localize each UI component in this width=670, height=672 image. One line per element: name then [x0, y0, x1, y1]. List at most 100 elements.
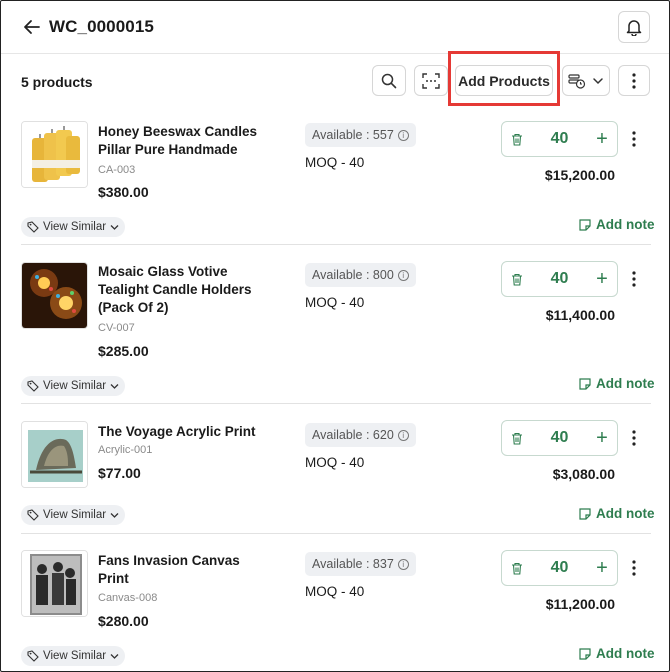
product-name[interactable]: Honey Beeswax Candles Pillar Pure Handma…: [98, 123, 268, 159]
increment-button[interactable]: +: [587, 122, 617, 156]
tag-icon: [27, 650, 39, 662]
candles-image: [22, 122, 87, 187]
moq-text: MOQ - 40: [305, 295, 365, 310]
quantity-stepper: 40 +: [501, 420, 618, 456]
trash-icon: [512, 133, 522, 146]
info-icon[interactable]: i: [397, 429, 409, 441]
info-icon[interactable]: i: [397, 269, 409, 281]
availability-text: Available : 620: [312, 428, 394, 442]
line-total: $11,400.00: [545, 307, 615, 323]
availability-chip: Available : 800 i: [305, 263, 416, 287]
info-icon[interactable]: i: [397, 558, 409, 570]
tag-icon: [27, 221, 39, 233]
more-options-button[interactable]: [618, 65, 650, 96]
chevron-down-icon: [110, 383, 119, 389]
quantity-value[interactable]: 40: [532, 270, 587, 288]
product-thumbnail[interactable]: [21, 550, 88, 617]
line-total: $11,200.00: [545, 596, 615, 612]
delete-button[interactable]: [502, 551, 532, 585]
view-similar-button[interactable]: View Similar: [21, 646, 126, 666]
canvas-print-image: [22, 551, 87, 616]
product-thumbnail[interactable]: [21, 421, 88, 488]
product-sku: Acrylic-001: [98, 444, 153, 456]
quantity-value[interactable]: 40: [532, 130, 587, 148]
row-more-options[interactable]: [625, 127, 643, 151]
scan-button[interactable]: [414, 65, 448, 96]
search-button[interactable]: [372, 65, 406, 96]
view-similar-button[interactable]: View Similar: [21, 376, 126, 396]
chevron-down-icon: [593, 77, 603, 84]
search-icon: [381, 73, 397, 88]
moq-text: MOQ - 40: [305, 455, 365, 470]
votive-image: [22, 263, 87, 328]
increment-button[interactable]: +: [587, 262, 617, 296]
product-price: $380.00: [98, 184, 149, 200]
increment-button[interactable]: +: [587, 421, 617, 455]
quantity-stepper: 40 +: [501, 261, 618, 297]
delete-button[interactable]: [502, 421, 532, 455]
availability-chip: Available : 557 i: [305, 123, 416, 147]
product-name[interactable]: Fans Invasion Canvas Print: [98, 552, 268, 588]
delete-button[interactable]: [502, 262, 532, 296]
trash-icon: [512, 562, 522, 575]
info-icon[interactable]: i: [397, 129, 409, 141]
moq-text: MOQ - 40: [305, 584, 365, 599]
note-icon: [579, 377, 591, 390]
product-price: $280.00: [98, 613, 149, 629]
product-price: $77.00: [98, 465, 141, 481]
product-sku: CA-003: [98, 164, 136, 176]
product-price: $285.00: [98, 343, 149, 359]
product-thumbnail[interactable]: [21, 262, 88, 329]
add-note-button[interactable]: Add note: [579, 646, 655, 661]
moq-text: MOQ - 40: [305, 155, 365, 170]
increment-button[interactable]: +: [587, 551, 617, 585]
app-frame: WC_0000015 5 products Add Products Honey…: [0, 0, 670, 672]
row-divider: [21, 403, 651, 404]
view-similar-label: View Similar: [43, 221, 107, 233]
note-icon: [579, 647, 591, 660]
ship-print-image: [22, 422, 87, 487]
availability-chip: Available : 837 i: [305, 552, 416, 576]
availability-text: Available : 800: [312, 268, 394, 282]
trash-icon: [512, 432, 522, 445]
view-similar-button[interactable]: View Similar: [21, 217, 126, 237]
product-name[interactable]: Mosaic Glass Votive Tealight Candle Hold…: [98, 263, 268, 317]
sort-dropdown-button[interactable]: [562, 65, 610, 96]
product-sku: CV-007: [98, 322, 135, 334]
product-count: 5 products: [21, 74, 93, 90]
notifications-button[interactable]: [618, 11, 650, 43]
view-similar-button[interactable]: View Similar: [21, 505, 126, 525]
add-note-button[interactable]: Add note: [579, 376, 655, 391]
quantity-value[interactable]: 40: [532, 429, 587, 447]
scan-icon: [422, 72, 440, 89]
trash-icon: [512, 273, 522, 286]
chevron-down-icon: [110, 653, 119, 659]
row-divider: [21, 533, 651, 534]
kebab-menu-icon: [632, 131, 636, 147]
back-arrow-icon[interactable]: [21, 15, 43, 39]
highlight-box: [448, 51, 560, 106]
chevron-down-icon: [110, 224, 119, 230]
row-more-options[interactable]: [625, 426, 643, 450]
add-note-button[interactable]: Add note: [579, 217, 655, 232]
row-more-options[interactable]: [625, 556, 643, 580]
add-note-label: Add note: [596, 506, 655, 521]
product-name[interactable]: The Voyage Acrylic Print: [98, 423, 268, 441]
add-note-label: Add note: [596, 646, 655, 661]
stack-clock-icon: [568, 73, 586, 89]
kebab-menu-icon: [632, 430, 636, 446]
add-note-button[interactable]: Add note: [579, 506, 655, 521]
line-total: $15,200.00: [544, 167, 615, 183]
kebab-menu-icon: [632, 72, 636, 89]
delete-button[interactable]: [502, 122, 532, 156]
line-total: $3,080.00: [552, 466, 615, 482]
quantity-value[interactable]: 40: [532, 559, 587, 577]
quantity-stepper: 40 +: [501, 121, 618, 157]
top-bar: WC_0000015: [1, 1, 669, 54]
note-icon: [579, 218, 591, 231]
product-thumbnail[interactable]: [21, 121, 88, 188]
view-similar-label: View Similar: [43, 380, 107, 392]
page-title: WC_0000015: [49, 17, 154, 36]
row-more-options[interactable]: [625, 267, 643, 291]
add-note-label: Add note: [596, 217, 655, 232]
